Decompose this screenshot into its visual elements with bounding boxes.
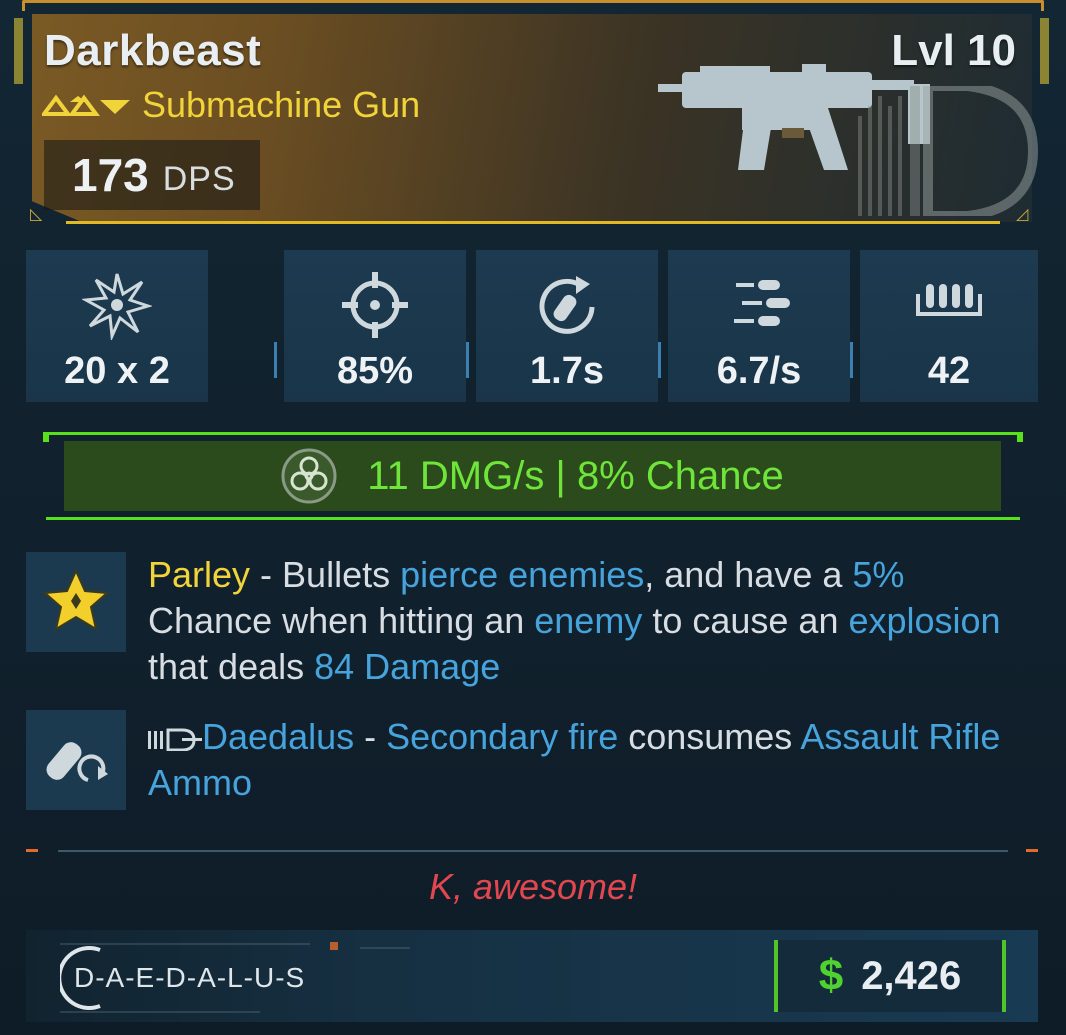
dps-value: 173 (72, 149, 149, 201)
stats-row: 20 x 2 85% 1.7s 6.7/s 42 (26, 250, 1038, 402)
damage-burst-icon (82, 273, 152, 340)
crosshair-icon (342, 272, 408, 338)
header-accent-right (1040, 18, 1049, 84)
stat-divider (274, 342, 277, 378)
perk-name: Parley (148, 554, 251, 595)
fire-rate-bullets-icon (734, 280, 790, 326)
perk-keyword: pierce enemies (400, 554, 645, 595)
magazine-icon (916, 284, 982, 316)
price-panel: $ 2,426 (774, 940, 1006, 1012)
stat-accuracy: 85% (284, 250, 466, 402)
weapon-name: Darkbeast (44, 26, 262, 75)
perk-text-segment: Chance when hitting an (148, 600, 535, 641)
perk-name: Daedalus (202, 716, 355, 757)
perk-text-segment: - Bullets (250, 554, 401, 595)
perk-icon-box (26, 710, 126, 810)
stat-divider (658, 342, 661, 378)
dollar-icon: $ (818, 951, 844, 1000)
weapon-card: Darkbeast Lvl 10 Submachine Gun 173 DPS (0, 0, 1066, 1035)
dps-unit: DPS (162, 159, 236, 198)
divider-accent (26, 849, 38, 852)
perk-description: Parley - Bullets pierce enemies, and hav… (148, 552, 1028, 690)
ammo-swap-icon (46, 742, 108, 782)
daedalus-manufacturer-logo: D-A-E-D-A-L-U-S (60, 942, 410, 1013)
stat-magazine: 42 (860, 250, 1038, 402)
header-underline (66, 221, 1000, 224)
biohazard-icon (281, 448, 337, 504)
stat-value: 42 (927, 350, 971, 392)
rarity-chevrons-icon (42, 94, 130, 116)
perk-text-segment: to cause an (642, 600, 849, 641)
perk-text-segment: - (354, 716, 387, 757)
perk-keyword: 84 Damage (314, 646, 501, 687)
perk-icon-box (26, 552, 126, 652)
effect-text: 11 DMG/s | 8% Chance (367, 453, 784, 498)
price-value: 2,426 (861, 953, 962, 998)
manufacturer-name: D-A-E-D-A-L-U-S (74, 962, 305, 993)
divider-accent (1026, 849, 1038, 852)
stat-value: 85% (336, 350, 414, 392)
corner-marker-icon: ◺ (30, 206, 43, 223)
elemental-effect-bar: 11 DMG/s | 8% Chance (64, 441, 1001, 511)
manufacturer-quip: K, awesome! (428, 866, 638, 907)
stat-damage: 20 x 2 (26, 250, 208, 402)
corner-marker-icon: ◿ (1016, 206, 1029, 223)
stat-fire-rate: 6.7/s (668, 250, 850, 402)
stat-reload: 1.7s (476, 250, 658, 402)
weapon-type: Submachine Gun (142, 84, 421, 125)
perk-text-segment: , and have a (644, 554, 853, 595)
daedalus-brand-icon (148, 728, 202, 752)
stat-value: 20 x 2 (64, 350, 170, 392)
perk-text-segment: that deals (148, 646, 315, 687)
header-accent-left (14, 18, 23, 84)
dps-panel: 173 DPS (44, 140, 260, 210)
reload-icon (539, 276, 595, 334)
perk-keyword: explosion (848, 600, 1001, 641)
stat-divider (466, 342, 469, 378)
perk-keyword: Secondary fire (386, 716, 619, 757)
card-top-edge (22, 0, 1044, 11)
stat-divider (850, 342, 853, 378)
perk-text-segment: consumes (618, 716, 801, 757)
perk-description: Daedalus - Secondary fire consumes Assau… (148, 714, 1028, 806)
perk-keyword: enemy (534, 600, 643, 641)
section-divider (58, 850, 1008, 852)
star-perk-icon (42, 568, 110, 632)
perk-keyword: 5% (852, 554, 905, 595)
daedalus-logo-watermark-icon (858, 86, 1038, 216)
stat-value: 6.7/s (716, 350, 802, 392)
stat-value: 1.7s (530, 350, 604, 392)
